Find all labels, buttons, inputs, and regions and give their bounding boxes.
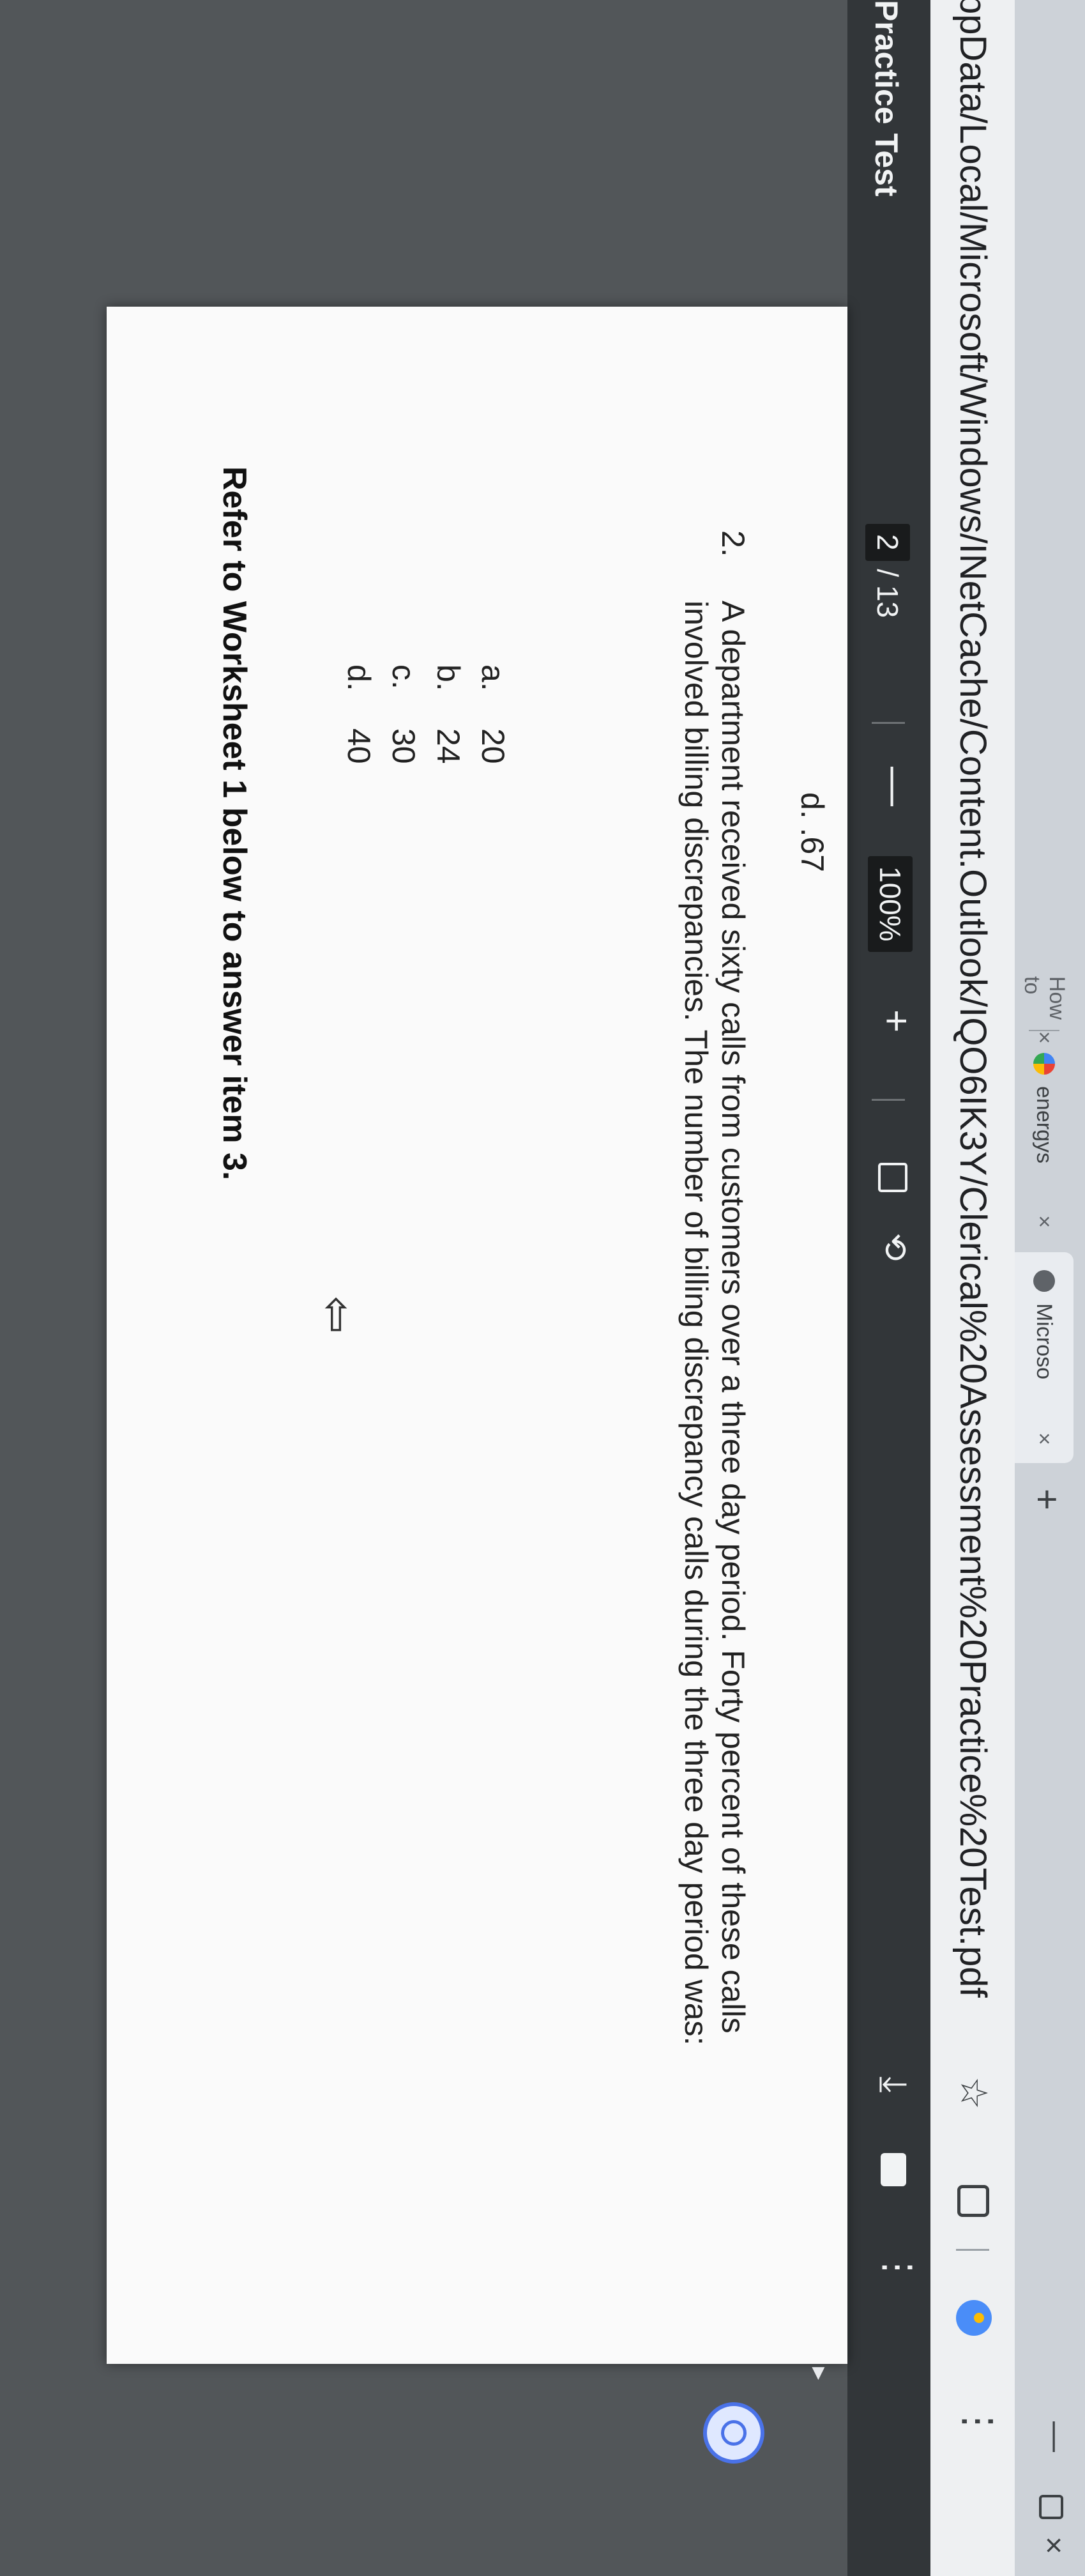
tab-divider	[1029, 1030, 1059, 1031]
tab-label: Microso	[1032, 1303, 1057, 1380]
option-value: 30	[386, 728, 421, 764]
option-value: 20	[475, 728, 511, 764]
divider	[872, 1099, 905, 1101]
url-field[interactable]: ppData/Local/Microsoft/Windows/INetCache…	[952, 0, 994, 1998]
answer-option: b. 24	[426, 664, 471, 764]
new-tab-button[interactable]: +	[1026, 1489, 1068, 1510]
close-icon[interactable]: ×	[1032, 1215, 1057, 1228]
browser-menu-icon[interactable]: ⋮	[956, 2402, 1001, 2435]
address-bar: ppData/Local/Microsoft/Windows/INetCache…	[930, 0, 1015, 2576]
google-icon	[1033, 1053, 1055, 1075]
option-letter: b.	[430, 664, 466, 691]
pdf-page: d. .67 2. A department received sixty ca…	[107, 307, 847, 2364]
bookmark-star-icon[interactable]: ☆	[952, 2076, 996, 2110]
option-value: 40	[341, 728, 377, 764]
zoom-in-button[interactable]: +	[874, 1009, 919, 1032]
option-letter: a.	[475, 664, 511, 691]
tab-strip: How to × energys × Microso × + — ×	[1015, 0, 1085, 2576]
tab-label: How to	[1020, 976, 1069, 1020]
tab-energys[interactable]: energys ×	[1015, 1035, 1074, 1246]
assistant-icon[interactable]	[703, 2402, 764, 2464]
mouse-cursor-icon: ⇧	[317, 1291, 355, 1341]
fit-to-page-icon[interactable]	[878, 1163, 907, 1192]
question-number: 2.	[715, 530, 751, 557]
tab-how-to[interactable]: How to ×	[1015, 958, 1074, 1044]
minimize-button[interactable]: —	[1038, 2421, 1074, 2452]
chevron-right-icon[interactable]: ▸	[805, 2367, 835, 2380]
answer-option: d. 40	[337, 664, 381, 764]
document-title: Practice Test	[869, 0, 904, 197]
question-text: A department received sixty calls from c…	[678, 601, 751, 2046]
download-icon[interactable]: ⤓	[872, 2076, 915, 2093]
print-icon[interactable]	[881, 2153, 906, 2186]
page-indicator: 2 / 13	[865, 524, 910, 618]
tab-microsoft[interactable]: Microso ×	[1015, 1252, 1074, 1463]
browser-window: How to × energys × Microso × + — × ppDat…	[0, 0, 1085, 2576]
option-letter: d.	[341, 664, 377, 691]
page-number-input[interactable]: 2	[865, 524, 910, 561]
page-total: / 13	[871, 569, 904, 618]
divider	[956, 2249, 989, 2251]
globe-icon	[1033, 1270, 1055, 1292]
divider	[872, 722, 905, 724]
worksheet-reference: Refer to Worksheet 1 below to answer ite…	[216, 466, 253, 1181]
pdf-viewer[interactable]: d. .67 2. A department received sixty ca…	[0, 0, 847, 2576]
pdf-menu-icon[interactable]: ⋮	[877, 2249, 920, 2281]
answer-option: c. 30	[381, 664, 426, 764]
rotate-icon[interactable]: ⟲	[876, 1233, 914, 1261]
zoom-out-button[interactable]: —	[872, 767, 918, 806]
close-icon[interactable]: ×	[1032, 1432, 1057, 1445]
close-window-button[interactable]: ×	[1036, 2536, 1071, 2554]
profile-avatar-icon[interactable]	[956, 2300, 992, 2336]
zoom-level-input[interactable]: 100%	[868, 856, 913, 952]
answer-option: a. 20	[471, 664, 515, 764]
option-value: 24	[430, 728, 466, 764]
extension-icon[interactable]	[957, 2185, 989, 2217]
answer-options: a. 20 b. 24 c. 30 d. 40	[337, 664, 515, 764]
option-letter: c.	[386, 664, 421, 689]
tab-label: energys	[1032, 1086, 1057, 1163]
restore-button[interactable]	[1039, 2495, 1063, 2519]
pdf-toolbar: Practice Test 2 / 13 — 100% + ⟲ ⤓ ⋮	[847, 0, 930, 2576]
previous-answer-option: d. .67	[794, 792, 830, 873]
